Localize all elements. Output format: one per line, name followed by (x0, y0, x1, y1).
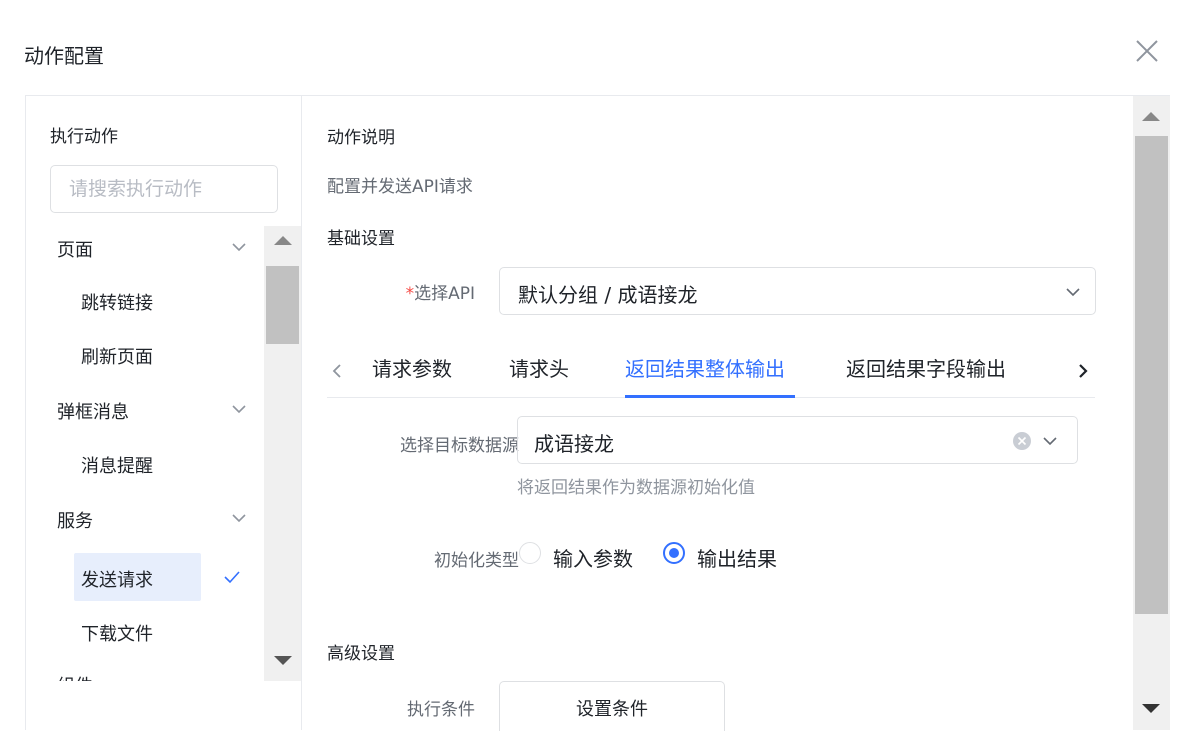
close-button[interactable] (1134, 38, 1160, 64)
action-tree: 页面 跳转链接 刷新页面 弹框消息 消息提醒 服务 发送请求 下载文件 (26, 226, 264, 681)
set-condition-button[interactable]: 设置条件 (499, 681, 725, 731)
tree-item-refresh-page[interactable]: 刷新页面 (74, 330, 201, 378)
action-list-panel: 执行动作 页面 跳转链接 刷新页面 弹框消息 消息提醒 (26, 96, 302, 730)
tab-bar: 请求参数 请求头 返回结果整体输出 返回结果字段输出 (327, 343, 1095, 398)
api-select[interactable]: 默认分组 / 成语接龙 (499, 267, 1096, 315)
action-search-input[interactable] (50, 165, 278, 213)
tree-item-download-file[interactable]: 下载文件 (74, 607, 201, 655)
chevron-down-icon (1043, 437, 1057, 446)
tree-item-label: 刷新页面 (81, 347, 153, 368)
init-type-label: 初始化类型 (434, 551, 519, 571)
tree-group-label: 页面 (57, 240, 93, 261)
tab-result-whole-output[interactable]: 返回结果整体输出 (625, 353, 785, 382)
description-text: 配置并发送API请求 (327, 177, 473, 197)
chevron-down-icon (232, 405, 246, 414)
tree-item-send-request[interactable]: 发送请求 (74, 553, 240, 601)
tree-item-label: 发送请求 (81, 570, 153, 591)
scroll-up-arrow-icon[interactable] (274, 236, 292, 245)
api-select-value: 默认分组 / 成语接龙 (518, 283, 698, 307)
datasource-label: 选择目标数据源 (400, 436, 519, 456)
tab-request-params[interactable]: 请求参数 (372, 353, 452, 382)
action-list-heading: 执行动作 (50, 127, 118, 147)
radio-output-result-label[interactable]: 输出结果 (697, 543, 777, 572)
action-config-dialog: 动作配置 执行动作 页面 跳转链接 刷新页面 弹框消息 (0, 0, 1200, 749)
config-panel: 执行动作 页面 跳转链接 刷新页面 弹框消息 消息提醒 (25, 95, 1170, 731)
detail-scrollbar[interactable] (1133, 96, 1170, 730)
tab-prev-icon[interactable] (327, 361, 347, 381)
datasource-select-value: 成语接龙 (534, 432, 614, 456)
scroll-thumb[interactable] (1135, 136, 1168, 614)
chevron-down-icon (1066, 288, 1080, 297)
scroll-down-arrow-icon[interactable] (1142, 704, 1160, 713)
basic-settings-heading: 基础设置 (327, 229, 395, 249)
tree-group-component[interactable]: 组件 (26, 662, 264, 681)
close-icon (1136, 40, 1158, 62)
tree-group-service[interactable]: 服务 (26, 497, 264, 537)
tree-item-label: 消息提醒 (81, 456, 153, 477)
tree-item-jump-link[interactable]: 跳转链接 (74, 276, 201, 324)
required-mark: * (405, 284, 415, 304)
tree-item-label: 下载文件 (81, 624, 153, 645)
chevron-down-icon (232, 243, 246, 252)
tree-group-label: 组件 (57, 672, 93, 681)
tree-group-label: 服务 (57, 511, 93, 532)
active-tab-indicator (625, 395, 795, 398)
radio-input-params-label[interactable]: 输入参数 (553, 543, 633, 572)
chevron-down-icon (232, 514, 246, 523)
tree-group-label: 弹框消息 (57, 402, 129, 423)
description-heading: 动作说明 (327, 128, 395, 148)
advanced-settings-heading: 高级设置 (327, 644, 395, 664)
action-tree-scrollbar[interactable] (264, 226, 301, 681)
radio-output-result[interactable] (663, 542, 685, 564)
tree-group-page[interactable]: 页面 (26, 226, 264, 266)
action-detail-panel: 动作说明 配置并发送API请求 基础设置 *选择API 默认分组 / 成语接龙 … (303, 96, 1133, 731)
tab-request-headers[interactable]: 请求头 (509, 353, 569, 382)
radio-input-params[interactable] (519, 542, 541, 564)
tree-item-message-alert[interactable]: 消息提醒 (74, 439, 201, 487)
datasource-hint: 将返回结果作为数据源初始化值 (517, 478, 755, 498)
api-label-text: 选择API (414, 284, 475, 304)
condition-label: 执行条件 (407, 700, 475, 720)
clear-icon[interactable] (1012, 431, 1032, 451)
scroll-thumb[interactable] (266, 266, 299, 344)
dialog-title: 动作配置 (24, 44, 104, 68)
tree-item-label: 跳转链接 (81, 293, 153, 314)
scroll-down-arrow-icon[interactable] (274, 656, 292, 665)
api-label: *选择API (383, 279, 475, 304)
check-icon (224, 571, 240, 584)
tree-group-dialog-message[interactable]: 弹框消息 (26, 388, 264, 428)
datasource-select[interactable]: 成语接龙 (517, 416, 1078, 464)
tab-result-field-output[interactable]: 返回结果字段输出 (846, 353, 1006, 382)
scroll-up-arrow-icon[interactable] (1142, 112, 1160, 121)
tab-next-icon[interactable] (1073, 361, 1093, 381)
